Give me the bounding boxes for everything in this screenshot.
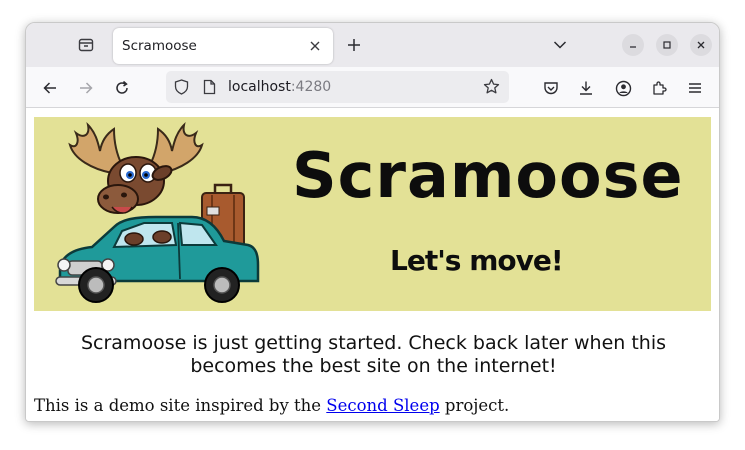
forward-arrow-icon[interactable] [75, 77, 97, 99]
hamburger-menu-icon[interactable] [684, 77, 706, 99]
note-suffix: project. [439, 396, 510, 415]
page-icon[interactable] [203, 79, 216, 99]
back-arrow-icon[interactable] [39, 77, 61, 99]
moose-driving-car-illustration [55, 121, 260, 303]
url-port: :4280 [290, 79, 332, 95]
tab-list-icon[interactable] [76, 35, 96, 55]
close-icon[interactable] [307, 38, 323, 54]
site-banner: Scramoose Let's move! [34, 117, 711, 311]
plus-icon[interactable] [344, 35, 364, 55]
url-host: localhost [228, 79, 291, 95]
extensions-icon[interactable] [648, 77, 670, 99]
note-prefix: This is a demo site inspired by the [34, 396, 327, 415]
account-icon[interactable] [612, 77, 634, 99]
star-icon[interactable] [483, 78, 500, 99]
second-sleep-link[interactable]: Second Sleep [326, 396, 439, 415]
close-window-icon[interactable] [690, 34, 712, 56]
shield-icon[interactable] [174, 79, 189, 99]
pocket-icon[interactable] [540, 77, 562, 99]
tab-title: Scramoose [122, 38, 197, 54]
site-tagline: Let's move! [390, 244, 564, 277]
chevron-down-icon[interactable] [550, 35, 570, 55]
tab-scramoose[interactable]: Scramoose [113, 28, 333, 64]
page-content: Scramoose Let's move! Scramoose is just … [26, 109, 719, 421]
minimize-icon[interactable] [622, 34, 644, 56]
address-bar[interactable]: localhost:4280 [166, 71, 509, 103]
browser-window: Scramoose localhost:4280 Scramoose Let's… [25, 22, 720, 422]
download-icon[interactable] [575, 77, 597, 99]
demo-note: This is a demo site inspired by the Seco… [34, 396, 509, 415]
reload-icon[interactable] [111, 77, 133, 99]
maximize-icon[interactable] [656, 34, 678, 56]
tab-strip: Scramoose [26, 23, 719, 67]
navigation-toolbar: localhost:4280 [26, 67, 719, 108]
url-text[interactable]: localhost:4280 [228, 79, 331, 95]
site-title: Scramoose [292, 139, 684, 212]
intro-text: Scramoose is just getting started. Check… [80, 332, 667, 377]
